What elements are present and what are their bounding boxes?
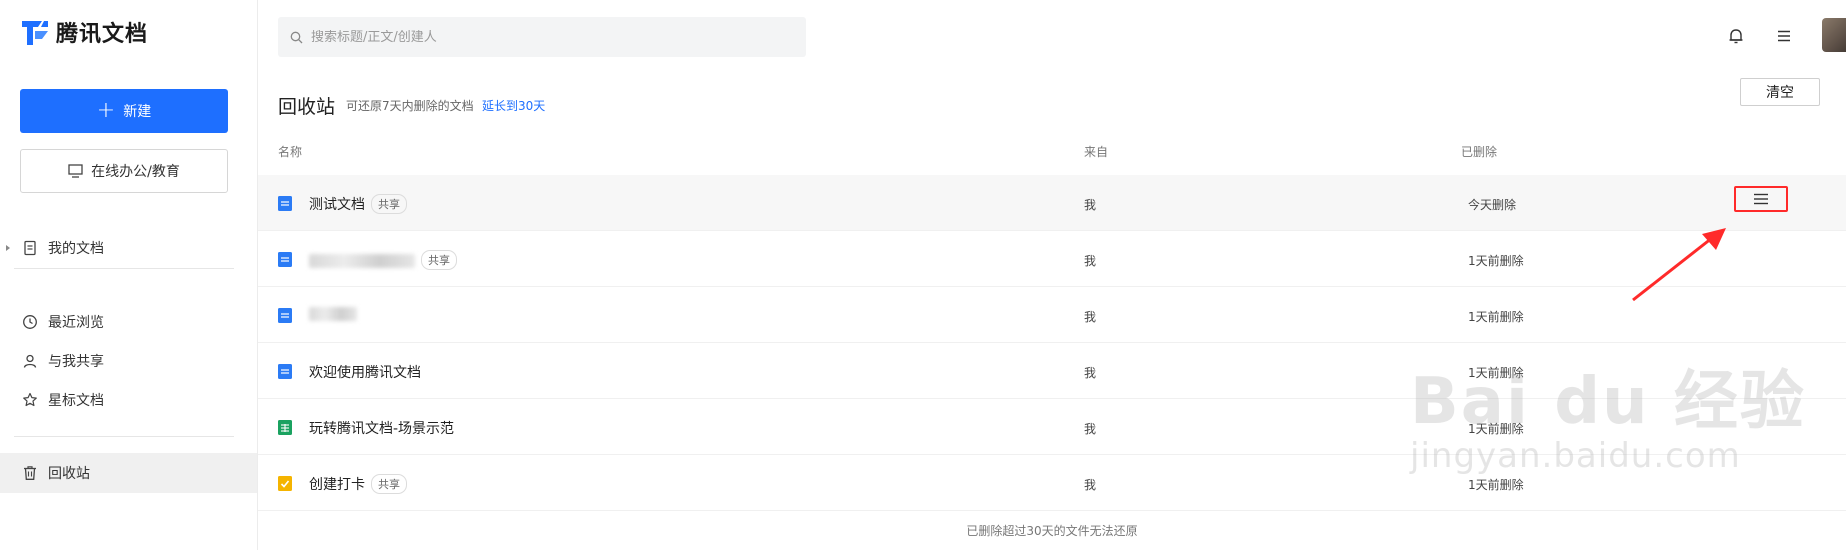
sidebar-item-label: 我的文档 (48, 241, 104, 257)
file-name-text: 创建打卡 (309, 477, 365, 493)
file-name-text: 测试文档 (309, 197, 365, 213)
clock-icon (23, 315, 37, 329)
clear-trash-button[interactable]: 清空 (1740, 78, 1820, 106)
file-name-text: 欢迎使用腾讯文档 (309, 365, 421, 381)
sheet-file-icon (278, 420, 292, 435)
menu-icon (1754, 193, 1768, 205)
sidebar-item-starred[interactable]: 星标文档 (0, 380, 257, 420)
doc-file-icon (278, 364, 292, 379)
file-deleted-time: 1天前删除 (1468, 422, 1524, 436)
tencent-docs-logo-icon (22, 21, 48, 45)
search-bar[interactable] (278, 17, 806, 57)
sidebar-item-label: 与我共享 (48, 354, 104, 370)
search-input[interactable] (311, 29, 791, 45)
file-name[interactable]: 共享 (309, 250, 457, 270)
file-from: 我 (1084, 478, 1097, 492)
menu-icon[interactable] (1774, 26, 1794, 46)
row-more-menu-button[interactable] (1734, 186, 1788, 212)
doc-file-icon (278, 196, 292, 211)
file-from: 我 (1084, 198, 1097, 212)
sidebar-item-trash[interactable]: 回收站 (0, 453, 257, 493)
table-row[interactable]: 欢迎使用腾讯文档 我 1天前删除 (258, 343, 1846, 399)
file-deleted-time: 今天删除 (1468, 198, 1517, 212)
sidebar-item-label: 回收站 (48, 466, 90, 482)
doc-file-icon (278, 308, 292, 323)
table-row[interactable]: 共享 我 1天前删除 (258, 231, 1846, 287)
file-name[interactable]: 创建打卡 共享 (309, 474, 407, 494)
sidebar-divider (14, 436, 234, 437)
new-button-label: 新建 (123, 104, 152, 120)
new-button[interactable]: + 新建 (20, 89, 228, 133)
search-icon (290, 31, 303, 43)
sidebar-item-label: 星标文档 (48, 393, 104, 409)
app-logo[interactable]: 腾讯文档 (20, 16, 148, 48)
user-icon (23, 354, 37, 368)
table-row[interactable]: 我 1天前删除 (258, 287, 1846, 343)
document-icon (24, 240, 36, 256)
page-title: 回收站 (278, 96, 336, 118)
expand-caret-icon[interactable] (6, 245, 10, 251)
shared-badge: 共享 (371, 474, 407, 494)
file-deleted-time: 1天前删除 (1468, 366, 1524, 380)
checkin-file-icon (278, 476, 292, 491)
sidebar-item-recent[interactable]: 最近浏览 (0, 302, 257, 342)
column-header-name: 名称 (278, 145, 303, 159)
sidebar: 腾讯文档 + 新建 在线办公/教育 我的文档 最近浏览 与我共享 星标文档 回收… (0, 0, 258, 550)
doc-file-icon (278, 252, 292, 267)
monitor-icon (68, 164, 83, 178)
sidebar-divider (14, 268, 234, 269)
file-name-text: 玩转腾讯文档-场景示范 (309, 421, 455, 437)
file-from: 我 (1084, 310, 1097, 324)
file-name[interactable]: 欢迎使用腾讯文档 (309, 362, 421, 382)
online-office-button[interactable]: 在线办公/教育 (20, 149, 228, 193)
shared-badge: 共享 (371, 194, 407, 214)
star-icon (23, 392, 37, 407)
redacted-file-name (309, 307, 357, 321)
restore-hint: 可还原7天内删除的文档 (346, 99, 474, 113)
table-row[interactable]: 测试文档 共享 我 今天删除 (258, 175, 1846, 231)
table-row[interactable]: 玩转腾讯文档-场景示范 我 1天前删除 (258, 399, 1846, 455)
file-deleted-time: 1天前删除 (1468, 310, 1524, 324)
restore-limit-note: 已删除超过30天的文件无法还原 (966, 524, 1138, 538)
column-header-from: 来自 (1084, 145, 1109, 159)
plus-icon: + (96, 98, 116, 123)
sidebar-item-shared[interactable]: 与我共享 (0, 341, 257, 381)
avatar[interactable] (1822, 18, 1846, 52)
file-name[interactable]: 测试文档 共享 (309, 194, 407, 214)
file-name[interactable] (309, 306, 357, 322)
trash-icon (24, 466, 36, 480)
sidebar-item-label: 最近浏览 (48, 315, 104, 331)
table-row[interactable]: 创建打卡 共享 我 1天前删除 (258, 455, 1846, 511)
file-from: 我 (1084, 366, 1097, 380)
file-deleted-time: 1天前删除 (1468, 478, 1524, 492)
redacted-file-name (309, 254, 415, 268)
online-office-label: 在线办公/教育 (91, 164, 180, 180)
main-content: 回收站 可还原7天内删除的文档 延长到30天 清空 名称 来自 已删除 测试文档… (258, 0, 1846, 550)
file-from: 我 (1084, 254, 1097, 268)
shared-badge: 共享 (421, 250, 457, 270)
file-deleted-time: 1天前删除 (1468, 254, 1524, 268)
column-header-deleted: 已删除 (1461, 145, 1498, 159)
sidebar-item-my-docs[interactable]: 我的文档 (0, 228, 257, 268)
annotation-arrow-icon (1632, 228, 1726, 302)
file-name[interactable]: 玩转腾讯文档-场景示范 (309, 418, 454, 438)
bell-icon[interactable] (1726, 26, 1746, 46)
extend-30-days-link[interactable]: 延长到30天 (482, 97, 545, 114)
app-name: 腾讯文档 (56, 22, 149, 47)
file-from: 我 (1084, 422, 1097, 436)
